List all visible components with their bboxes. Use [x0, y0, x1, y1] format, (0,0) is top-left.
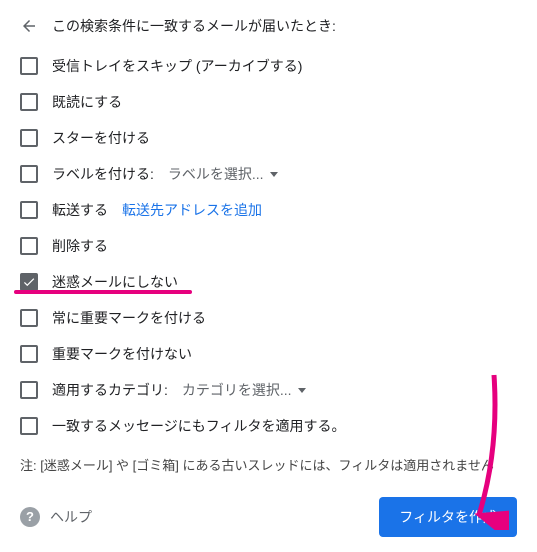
option-label: 迷惑メールにしない [52, 272, 178, 292]
link-forward[interactable]: 転送先アドレスを追加 [122, 200, 262, 220]
option-label: スターを付ける [52, 128, 150, 148]
option-label: 削除する [52, 236, 108, 256]
chevron-down-icon [270, 172, 278, 177]
checkbox-apply-label[interactable] [20, 165, 38, 183]
checkbox-forward[interactable] [20, 201, 38, 219]
create-filter-button[interactable]: フィルタを作成 [379, 497, 517, 537]
footer-note: 注: [迷惑メール] や [ゴミ箱] にある古いスレッドには、フィルタは適用され… [20, 456, 517, 477]
option-label: 重要マークを付けない [52, 344, 192, 364]
option-label: 常に重要マークを付ける [52, 308, 206, 328]
option-row-always-important: 常に重要マークを付ける [20, 300, 517, 336]
select-category[interactable]: カテゴリを選択... [182, 380, 306, 400]
option-row-apply-matching: 一致するメッセージにもフィルタを適用する。 [20, 408, 517, 444]
option-label: 既読にする [52, 92, 122, 112]
select-label: ラベルを選択... [168, 164, 264, 184]
select-apply-label[interactable]: ラベルを選択... [168, 164, 278, 184]
option-row-forward: 転送する転送先アドレスを追加 [20, 192, 517, 228]
help-icon: ? [20, 507, 40, 527]
checkbox-skip-inbox[interactable] [20, 57, 38, 75]
option-row-apply-label: ラベルを付ける: ラベルを選択... [20, 156, 517, 192]
checkbox-always-important[interactable] [20, 309, 38, 327]
option-label: 転送する [52, 200, 108, 220]
help-link[interactable]: ? ヘルプ [20, 507, 92, 527]
checkbox-star[interactable] [20, 129, 38, 147]
option-row-never-spam: 迷惑メールにしない [20, 264, 517, 300]
option-label: ラベルを付ける: [52, 164, 154, 184]
highlight-underline-annotation [14, 290, 192, 294]
option-row-mark-read: 既読にする [20, 84, 517, 120]
option-label: 受信トレイをスキップ (アーカイブする) [52, 56, 302, 76]
dialog-title: この検索条件に一致するメールが届いたとき: [52, 16, 336, 36]
option-row-star: スターを付ける [20, 120, 517, 156]
checkbox-never-important[interactable] [20, 345, 38, 363]
option-label: 一致するメッセージにもフィルタを適用する。 [52, 416, 345, 436]
back-arrow-icon[interactable] [20, 17, 38, 35]
checkbox-mark-read[interactable] [20, 93, 38, 111]
option-row-never-important: 重要マークを付けない [20, 336, 517, 372]
checkbox-delete[interactable] [20, 237, 38, 255]
option-row-skip-inbox: 受信トレイをスキップ (アーカイブする) [20, 48, 517, 84]
checkbox-category[interactable] [20, 381, 38, 399]
option-row-delete: 削除する [20, 228, 517, 264]
checkbox-apply-matching[interactable] [20, 417, 38, 435]
help-label: ヘルプ [50, 507, 92, 527]
option-label: 適用するカテゴリ: [52, 380, 168, 400]
option-row-category: 適用するカテゴリ: カテゴリを選択... [20, 372, 517, 408]
select-label: カテゴリを選択... [182, 380, 292, 400]
checkbox-never-spam[interactable] [20, 273, 38, 291]
chevron-down-icon [298, 388, 306, 393]
